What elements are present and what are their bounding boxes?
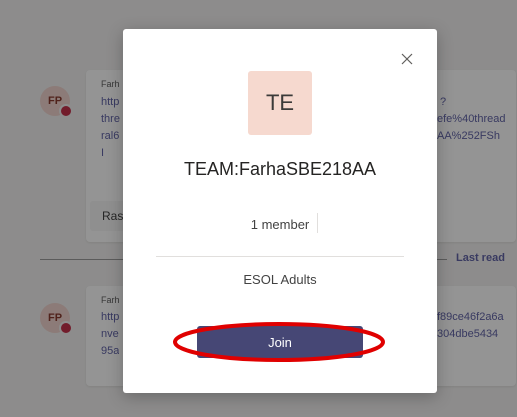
teams-screen: FP Farh http thre ral6 I ? efe%40thread …	[0, 0, 517, 417]
team-avatar: TE	[248, 71, 312, 135]
close-button[interactable]	[397, 49, 417, 69]
member-count: 1 member	[250, 217, 310, 232]
section-divider	[156, 256, 404, 257]
team-name: TEAM:FarhaSBE218AA	[183, 159, 377, 179]
team-description: ESOL Adults	[243, 272, 317, 287]
member-divider	[317, 213, 318, 233]
join-team-dialog: TE TEAM:FarhaSBE218AA 1 member ESOL Adul…	[123, 29, 437, 393]
team-initials: TE	[265, 90, 295, 115]
join-button-label: Join	[268, 334, 292, 350]
join-button[interactable]: Join	[197, 326, 363, 358]
close-icon	[401, 53, 413, 65]
